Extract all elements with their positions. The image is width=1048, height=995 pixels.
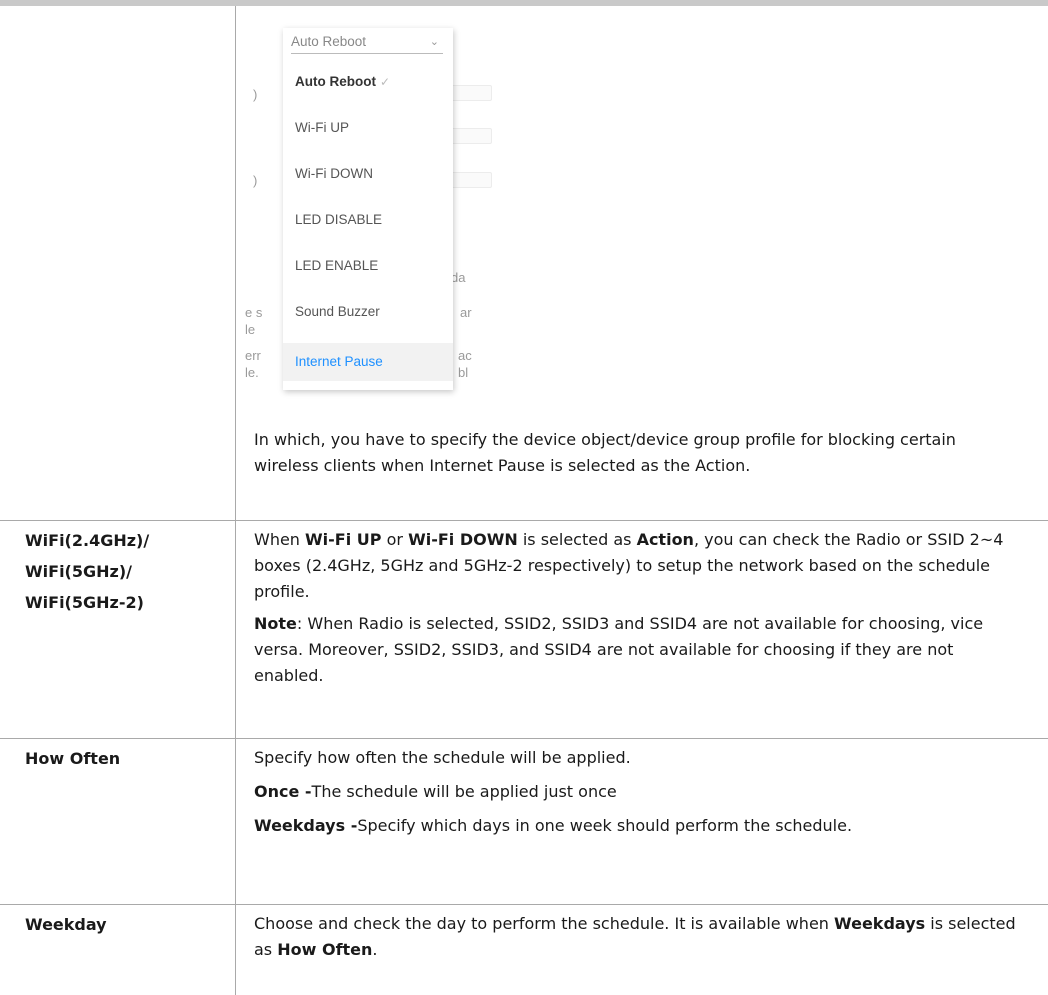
option-led-enable[interactable]: LED ENABLE	[283, 251, 453, 281]
background-fragment: ac	[458, 348, 472, 363]
row-divider	[0, 520, 1048, 521]
how-often-label: How Often	[25, 749, 121, 768]
background-fragment: )	[253, 87, 258, 102]
option-internet-pause[interactable]: Internet Pause	[283, 343, 453, 381]
background-field	[450, 128, 492, 144]
background-fragment: le.	[245, 365, 259, 380]
how-often-description: Specify how often the schedule will be a…	[254, 748, 853, 835]
background-fragment: err	[245, 348, 261, 363]
weekday-label: Weekday	[25, 915, 107, 934]
wifi-description: When Wi-Fi UP or Wi-Fi DOWN is selected …	[254, 527, 1024, 689]
option-sound-buzzer[interactable]: Sound Buzzer	[283, 297, 453, 327]
wifi-paragraph: When Wi-Fi UP or Wi-Fi DOWN is selected …	[254, 530, 1004, 601]
action-select-value: Auto Reboot	[291, 34, 367, 49]
wifi-label: WiFi(2.4GHz)/ WiFi(5GHz)/ WiFi(5GHz-2)	[25, 531, 150, 612]
background-fragment: ar	[460, 305, 472, 320]
action-description: In which, you have to specify the device…	[254, 430, 956, 475]
background-fragment: bl	[458, 365, 469, 380]
action-select[interactable]: Auto Reboot ⌄	[291, 31, 443, 54]
background-field	[450, 172, 492, 188]
check-icon: ✓	[379, 75, 391, 89]
option-led-disable[interactable]: LED DISABLE	[283, 205, 453, 235]
option-auto-reboot[interactable]: Auto Reboot ✓	[283, 67, 453, 97]
option-wifi-down[interactable]: Wi-Fi DOWN	[283, 159, 453, 189]
row-divider	[0, 904, 1048, 905]
action-dropdown-menu[interactable]: Auto Reboot ⌄ Auto Reboot ✓ Wi-Fi UP Wi-F…	[283, 28, 453, 390]
option-wifi-up[interactable]: Wi-Fi UP	[283, 113, 453, 143]
weekday-description: Choose and check the day to perform the …	[254, 914, 1016, 959]
background-fragment: )	[253, 173, 258, 188]
column-divider	[235, 6, 236, 995]
background-fragment: e s	[245, 305, 263, 320]
action-dropdown-screenshot: ) ) da e s ar le err ac le. bl Auto Rebo…	[245, 28, 492, 403]
top-border	[0, 0, 1048, 6]
background-fragment: le	[245, 322, 256, 337]
row-divider	[0, 738, 1048, 739]
background-field	[450, 85, 492, 101]
wifi-note: Note: When Radio is selected, SSID2, SSI…	[254, 614, 984, 685]
chevron-down-icon: ⌄	[429, 36, 439, 48]
background-fragment: da	[451, 270, 466, 285]
